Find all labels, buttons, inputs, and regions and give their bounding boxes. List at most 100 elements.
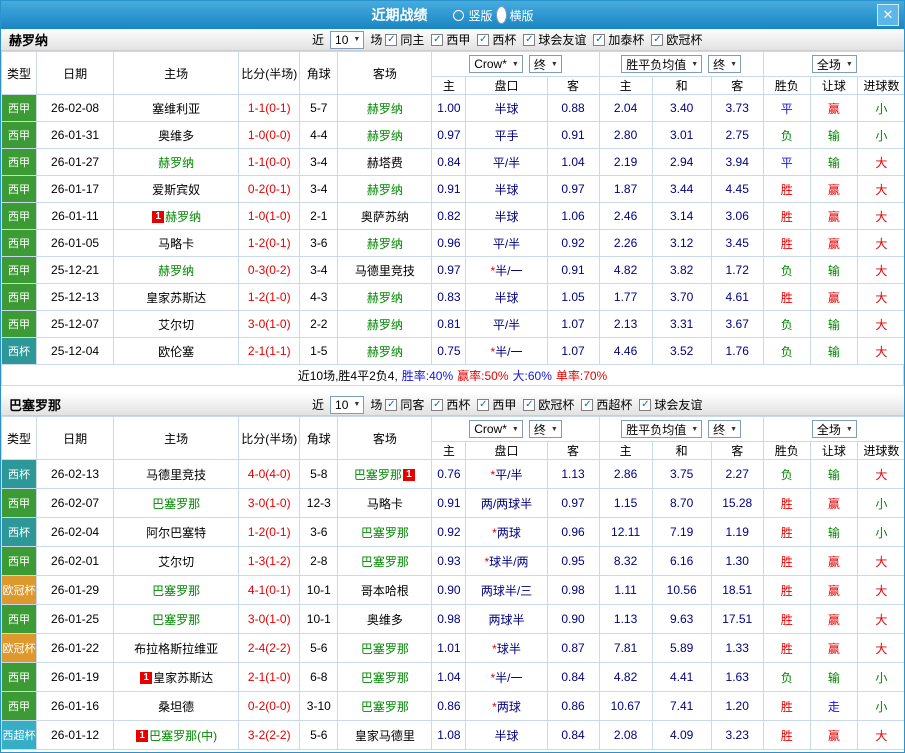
corner-cell: 2-1 — [299, 202, 339, 230]
subcol-label: 胜负 — [762, 76, 811, 95]
euro-away-cell: 1.20 — [710, 691, 764, 721]
recent-results-popup: 近期战绩 竖版 横版 ✕ 赫罗纳近 10 ▼ 场 ✓ 同主 ✓ 西甲 ✓ 西杯 ✓ 球会友谊 ✓ 加泰杯 ✓… — [0, 0, 905, 753]
filter-checkbox[interactable]: ✓ 球会友谊 — [639, 396, 702, 413]
score-cell: 1-0(1-0) — [238, 202, 301, 230]
handicap-cell: *平/半 — [465, 459, 548, 489]
popup-title: 近期战绩 — [371, 7, 428, 23]
bookmaker-select[interactable]: Crow* ▼ — [469, 420, 523, 438]
away-odds-cell: 0.90 — [546, 604, 600, 634]
home-team-cell: 赫罗纳 — [113, 256, 240, 284]
handicap-cell: *球半/两 — [465, 546, 548, 576]
euro-away-cell: 17.51 — [710, 604, 764, 634]
team-name: 哥本哈根 — [360, 583, 409, 598]
away-odds-cell: 0.98 — [546, 575, 600, 605]
match-count-select[interactable]: 10 ▼ — [330, 395, 365, 414]
vertical-layout-radio[interactable] — [453, 9, 465, 21]
checkbox-icon: ✓ — [477, 398, 490, 411]
filter-checkbox[interactable]: ✓ 西杯 — [431, 396, 470, 413]
avg-odds-select[interactable]: 胜平负均值 ▼ — [621, 55, 703, 73]
type-cell: 西甲 — [1, 546, 38, 576]
team-name: 马略卡 — [158, 236, 195, 251]
col-date: 日期 — [36, 51, 115, 95]
date-cell: 26-01-12 — [36, 720, 115, 750]
away-team-cell: 赫罗纳 — [337, 94, 433, 122]
total-goals-cell: 大 — [856, 229, 904, 257]
checkbox-icon: ✓ — [477, 33, 490, 46]
subcol-label: 进球数 — [856, 441, 904, 460]
avg-odds-select[interactable]: 胜平负均值 ▼ — [621, 420, 703, 438]
subcol-label: 让球 — [809, 76, 858, 95]
corner-cell: 3-4 — [299, 148, 339, 176]
team-name: 赫罗纳 — [366, 101, 403, 116]
subcol-label: 客 — [546, 76, 600, 95]
subcol-label: 客 — [710, 441, 764, 460]
euro-draw-cell: 3.14 — [651, 202, 712, 230]
final-odds-select[interactable]: 终 ▼ — [528, 55, 562, 73]
close-button[interactable]: ✕ — [877, 4, 899, 26]
full-match-select[interactable]: 全场 ▼ — [811, 55, 857, 73]
summary-part: 胜率:40% — [401, 368, 454, 383]
score-cell: 3-2(2-2) — [238, 720, 301, 750]
subcol-label: 主 — [431, 76, 467, 95]
final-odds-select-2[interactable]: 终 ▼ — [708, 420, 742, 438]
total-goals-cell: 大 — [856, 546, 904, 576]
filter-checkbox[interactable]: ✓ 同客 — [385, 396, 424, 413]
summary-part: 赢率:50% — [457, 368, 509, 383]
handicap-cell: *半/一 — [465, 337, 548, 365]
subcol-label: 盘口 — [465, 441, 548, 460]
home-team-cell: 巴塞罗那 — [113, 604, 240, 634]
horizontal-layout-radio[interactable] — [495, 6, 507, 24]
result-cell: 胜 — [762, 575, 811, 605]
corner-cell: 5-6 — [299, 633, 339, 663]
corner-cell: 5-7 — [299, 94, 339, 122]
near-label: 近 — [312, 398, 325, 412]
filter-checkbox[interactable]: ✓ 欧冠杯 — [523, 396, 574, 413]
final-odds-select-2[interactable]: 终 ▼ — [708, 55, 742, 73]
euro-away-cell: 4.45 — [710, 175, 764, 203]
team-name: 桑坦德 — [158, 699, 195, 714]
result-cell: 胜 — [762, 517, 811, 547]
handicap-result-cell: 输 — [809, 256, 858, 284]
results-table: 类型 日期 主场 比分(半场) 角球 客场 Crow* ▼ 终 ▼ 胜平负均值 ▼ 终 ▼ 全场 ▼ 主盘口客主… — [1, 51, 904, 365]
filter-checkbox[interactable]: ✓ 加泰杯 — [593, 31, 644, 48]
score-cell: 1-2(1-0) — [238, 283, 301, 311]
matches-label: 场 — [370, 398, 383, 412]
type-cell: 西杯 — [1, 517, 38, 547]
team-name: 赫罗纳 — [158, 263, 195, 278]
filter-checkbox[interactable]: ✓ 欧冠杯 — [651, 31, 702, 48]
team-name-heading: 巴塞罗那 — [9, 398, 62, 413]
euro-away-cell: 1.63 — [710, 662, 764, 692]
col-away: 客场 — [337, 416, 433, 460]
euro-home-cell: 4.46 — [598, 337, 653, 365]
euro-away-cell: 1.30 — [710, 546, 764, 576]
subcol-label: 和 — [651, 76, 712, 95]
dropdown-arrow-icon: ▼ — [550, 425, 558, 433]
filter-checkbox[interactable]: ✓ 西超杯 — [581, 396, 632, 413]
team-name: 奥萨苏纳 — [360, 209, 409, 224]
filter-checkbox[interactable]: ✓ 西甲 — [477, 396, 516, 413]
home-odds-cell: 0.81 — [431, 310, 467, 338]
home-team-cell: 艾尔切 — [113, 310, 240, 338]
team-name-heading: 赫罗纳 — [9, 33, 49, 48]
dropdown-arrow-icon: ▼ — [511, 60, 519, 68]
filter-checkbox[interactable]: ✓ 同主 — [385, 31, 424, 48]
final-odds-select[interactable]: 终 ▼ — [528, 420, 562, 438]
result-cell: 平 — [762, 148, 811, 176]
table-row: 西甲 26-01-05 马略卡 1-2(0-1) 3-6 赫罗纳 0.96 平/半 0.92 2.… — [1, 229, 904, 257]
results-table: 类型 日期 主场 比分(半场) 角球 客场 Crow* ▼ 终 ▼ 胜平负均值 ▼ 终 ▼ 全场 ▼ 主盘口客主… — [1, 416, 904, 750]
full-match-select[interactable]: 全场 ▼ — [811, 420, 857, 438]
filter-checkbox-label: 西超杯 — [596, 398, 633, 412]
bookmaker-select[interactable]: Crow* ▼ — [469, 55, 523, 73]
away-team-cell: 巴塞罗那 — [337, 546, 433, 576]
filter-checkbox[interactable]: ✓ 西甲 — [431, 31, 470, 48]
euro-draw-cell: 3.82 — [651, 256, 712, 284]
team-name: 赫罗纳 — [366, 290, 403, 305]
date-cell: 26-02-04 — [36, 517, 115, 547]
filter-checkbox-label: 同主 — [400, 33, 425, 47]
filter-checkbox[interactable]: ✓ 西杯 — [477, 31, 516, 48]
red-card-badge: 1 — [402, 469, 415, 482]
match-count-select[interactable]: 10 ▼ — [330, 30, 365, 49]
checkbox-icon: ✓ — [385, 398, 398, 411]
filter-checkbox[interactable]: ✓ 球会友谊 — [523, 31, 586, 48]
euro-home-cell: 7.81 — [598, 633, 653, 663]
